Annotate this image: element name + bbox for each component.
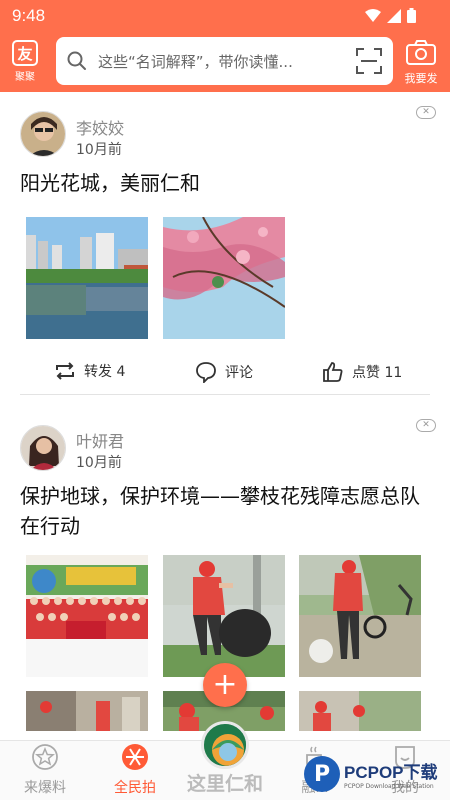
battery-icon bbox=[407, 8, 416, 23]
like-label: 点赞 11 bbox=[352, 365, 403, 381]
star-icon bbox=[32, 744, 58, 770]
signal-icon bbox=[387, 8, 401, 23]
post-time: 10月前 bbox=[76, 142, 122, 158]
nav-label-snap: 全民拍 bbox=[114, 780, 156, 796]
search-placeholder: 这些“名词解释”，带你读懂... bbox=[98, 53, 293, 71]
watermark-subtext: PCPOP Download Web Station bbox=[344, 783, 434, 790]
share-button[interactable]: 转发 4 bbox=[54, 361, 125, 381]
comment-button[interactable]: 评论 bbox=[195, 361, 253, 383]
post-time: 10月前 bbox=[76, 455, 122, 471]
wifi-icon bbox=[365, 8, 381, 22]
comment-label: 评论 bbox=[225, 365, 253, 381]
comment-icon bbox=[196, 362, 216, 383]
post-image[interactable] bbox=[299, 555, 421, 677]
camera-icon bbox=[406, 40, 436, 65]
status-icons bbox=[365, 8, 416, 23]
dismiss-post-button[interactable]: ✕ bbox=[416, 106, 436, 119]
app-logo-label: 聚聚 bbox=[15, 72, 35, 83]
watermark-text: PCPOP下载 bbox=[344, 763, 438, 782]
search-icon bbox=[67, 51, 86, 70]
post-author[interactable]: 叶妍君 bbox=[76, 428, 124, 452]
nav-label-report: 来爆料 bbox=[24, 780, 66, 796]
avatar[interactable] bbox=[20, 425, 66, 471]
feed-post[interactable]: 李姣姣 10月前 ✕ 阳光花城，美丽仁和 转发 4 评论 点赞 11 bbox=[0, 92, 450, 396]
aperture-icon bbox=[122, 744, 148, 770]
app-logo-button[interactable]: 友 聚聚 bbox=[10, 40, 40, 83]
thumbs-up-icon bbox=[323, 362, 343, 382]
post-camera-button[interactable]: 我要发 bbox=[400, 40, 442, 86]
scan-icon[interactable] bbox=[355, 47, 383, 75]
post-image[interactable] bbox=[26, 217, 148, 339]
post-image[interactable] bbox=[163, 555, 285, 677]
search-bar[interactable]: 这些“名词解释”，带你读懂... bbox=[56, 37, 393, 85]
dismiss-post-button[interactable]: ✕ bbox=[416, 419, 436, 432]
feed-list[interactable]: 李姣姣 10月前 ✕ 阳光花城，美丽仁和 转发 4 评论 点赞 11 叶妍君 1… bbox=[0, 92, 450, 740]
nav-item-snap[interactable]: 全民拍 bbox=[100, 743, 170, 797]
post-title[interactable]: 保护地球，保护环境——攀枝花残障志愿总队在行动 bbox=[20, 481, 430, 541]
post-image[interactable] bbox=[163, 217, 285, 339]
post-camera-label: 我要发 bbox=[404, 72, 438, 85]
post-image[interactable] bbox=[299, 691, 421, 731]
post-actions: 转发 4 评论 点赞 11 bbox=[0, 353, 450, 393]
post-divider bbox=[20, 394, 430, 395]
post-title[interactable]: 阳光花城，美丽仁和 bbox=[20, 168, 430, 198]
avatar[interactable] bbox=[20, 111, 66, 157]
share-icon bbox=[56, 362, 74, 380]
nav-item-report[interactable]: 来爆料 bbox=[10, 743, 80, 797]
app-header: 9:48 友 聚聚 这些“名词解释”，带你读懂... 我要发 bbox=[0, 0, 450, 92]
watermark-logo-icon: P bbox=[304, 756, 340, 792]
post-image[interactable] bbox=[26, 691, 148, 731]
share-label: 转发 4 bbox=[84, 364, 126, 380]
watermark: P PCPOP下载 PCPOP Download Web Station bbox=[304, 754, 450, 794]
center-logo-icon[interactable] bbox=[201, 721, 249, 769]
app-logo-icon: 友 bbox=[12, 40, 38, 66]
post-author[interactable]: 李姣姣 bbox=[76, 115, 124, 139]
post-image[interactable] bbox=[26, 555, 148, 677]
status-time: 9:48 bbox=[12, 6, 46, 25]
status-bar: 9:48 bbox=[0, 0, 450, 32]
add-post-button[interactable]: + bbox=[203, 663, 247, 707]
like-button[interactable]: 点赞 11 bbox=[322, 361, 402, 383]
nav-label-renhe[interactable]: 这里仁和 bbox=[175, 769, 275, 796]
